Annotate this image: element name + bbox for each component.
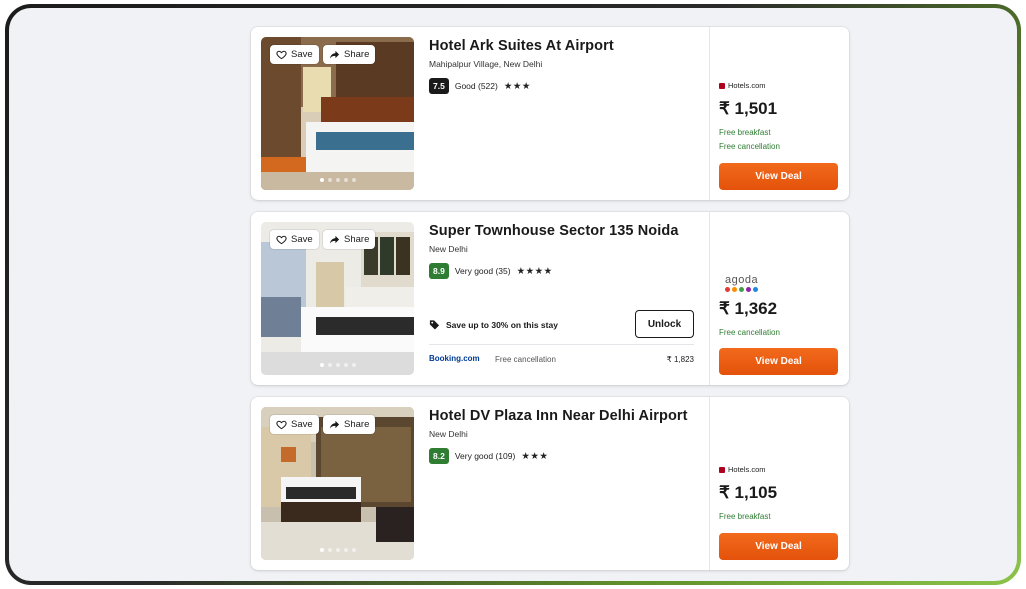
share-label: Share <box>344 419 370 430</box>
save-label: Save <box>291 419 313 430</box>
heart-icon <box>276 235 287 245</box>
price-column: agoda ₹ 1,362 Free cancellation View Dea… <box>719 212 839 385</box>
hotel-photo[interactable]: Save Share <box>261 222 414 375</box>
tag-icon <box>429 320 440 330</box>
score-badge: 8.2 <box>429 448 449 464</box>
save-label: Save <box>291 49 313 60</box>
alt-offer-perk: Free cancellation <box>495 355 556 364</box>
hotel-info: Hotel Ark Suites At Airport Mahipalpur V… <box>429 38 699 94</box>
price: ₹ 1,501 <box>719 99 778 118</box>
star-rating: ★★★★ <box>516 265 553 277</box>
share-arrow-icon <box>329 420 340 429</box>
hotel-rating: 7.5 Good (522) ★★★ <box>429 78 699 94</box>
score-badge: 8.9 <box>429 263 449 279</box>
column-divider <box>709 212 710 385</box>
provider-logo: agoda <box>725 274 758 292</box>
pagination-dot[interactable] <box>351 178 356 182</box>
perk-cancellation: Free cancellation <box>719 142 780 151</box>
perk-breakfast: Free breakfast <box>719 128 771 137</box>
hotel-rating: 8.2 Very good (109) ★★★ <box>429 448 699 464</box>
promo-text: Save up to 30% on this stay <box>446 319 558 330</box>
pagination-dot[interactable] <box>335 363 340 367</box>
price: ₹ 1,362 <box>719 299 778 318</box>
save-button[interactable]: Save <box>270 230 319 249</box>
pagination-dot[interactable] <box>343 363 348 367</box>
star-rating: ★★★ <box>503 80 531 92</box>
share-button[interactable]: Share <box>323 45 376 64</box>
provider-name: Hotels.com <box>728 465 766 474</box>
hotels-com-icon <box>719 466 725 473</box>
pagination-dot-active[interactable] <box>319 363 324 367</box>
share-label: Share <box>344 49 370 60</box>
pagination-dot[interactable] <box>327 548 332 552</box>
provider-name: agoda <box>725 274 759 286</box>
photo-pagination <box>261 363 414 367</box>
perk-breakfast: Free breakfast <box>719 512 771 521</box>
hotel-location: New Delhi <box>429 429 468 439</box>
agoda-dots-icon <box>725 287 758 292</box>
star-rating: ★★★ <box>521 450 549 462</box>
pagination-dot[interactable] <box>335 178 340 182</box>
hotel-photo[interactable]: Save Share <box>261 37 414 190</box>
save-label: Save <box>291 234 313 245</box>
price: ₹ 1,105 <box>719 483 778 502</box>
pagination-dot[interactable] <box>327 363 332 367</box>
share-label: Share <box>344 234 370 245</box>
hotels-com-icon <box>719 82 725 89</box>
pagination-dot[interactable] <box>343 178 348 182</box>
hotel-card[interactable]: Save Share Super Townhouse Sector 135 No… <box>251 212 849 385</box>
hotel-name[interactable]: Hotel Ark Suites At Airport <box>429 38 699 54</box>
price-column: Hotels.com ₹ 1,501 Free breakfast Free c… <box>719 27 839 200</box>
promo-text-row: Save up to 30% on this stay <box>429 319 558 330</box>
perk-cancellation: Free cancellation <box>719 328 780 337</box>
provider-name: Hotels.com <box>728 81 766 90</box>
hotel-location: New Delhi <box>429 244 468 254</box>
pagination-dot[interactable] <box>343 548 348 552</box>
hotel-rating: 8.9 Very good (35) ★★★★ <box>429 263 699 279</box>
pagination-dot[interactable] <box>327 178 332 182</box>
hotel-name[interactable]: Hotel DV Plaza Inn Near Delhi Airport <box>429 408 699 424</box>
hotel-info: Hotel DV Plaza Inn Near Delhi Airport Ne… <box>429 408 699 464</box>
hotel-name[interactable]: Super Townhouse Sector 135 Noida <box>429 223 699 239</box>
promo-divider <box>429 344 694 345</box>
rating-text: Very good (109) <box>454 451 516 461</box>
share-button[interactable]: Share <box>323 230 376 249</box>
price-column: Hotels.com ₹ 1,105 Free breakfast View D… <box>719 397 839 570</box>
heart-icon <box>276 50 287 60</box>
rating-text: Good (522) <box>454 81 498 91</box>
pagination-dot[interactable] <box>335 548 340 552</box>
share-arrow-icon <box>329 50 340 59</box>
hotel-card[interactable]: Save Share Hotel DV Plaza Inn Near Delhi… <box>251 397 849 570</box>
photo-pagination <box>261 548 414 552</box>
share-button[interactable]: Share <box>323 415 376 434</box>
provider-logo: Hotels.com <box>719 465 766 474</box>
hotel-info: Super Townhouse Sector 135 Noida New Del… <box>429 223 699 279</box>
heart-icon <box>276 420 287 430</box>
pagination-dot-active[interactable] <box>319 548 324 552</box>
rating-text: Very good (35) <box>454 266 511 276</box>
view-deal-button[interactable]: View Deal <box>719 348 838 375</box>
pagination-dot[interactable] <box>351 548 356 552</box>
pagination-dot[interactable] <box>351 363 356 367</box>
share-arrow-icon <box>329 235 340 244</box>
view-deal-button[interactable]: View Deal <box>719 533 838 560</box>
save-button[interactable]: Save <box>270 415 319 434</box>
save-button[interactable]: Save <box>270 45 319 64</box>
pagination-dot-active[interactable] <box>319 178 324 182</box>
hotel-photo[interactable]: Save Share <box>261 407 414 560</box>
view-deal-button[interactable]: View Deal <box>719 163 838 190</box>
column-divider <box>709 27 710 200</box>
score-badge: 7.5 <box>429 78 449 94</box>
hotel-card[interactable]: Save Share Hotel Ark Suites At Airport M… <box>251 27 849 200</box>
provider-logo: Hotels.com <box>719 81 766 90</box>
booking-com-logo: Booking.com <box>429 354 480 363</box>
alt-offer-price: ₹ 1,823 <box>666 355 694 364</box>
photo-pagination <box>261 178 414 182</box>
hotel-location: Mahipalpur Village, New Delhi <box>429 59 543 69</box>
member-promo: Save up to 30% on this stay Unlock <box>429 310 694 340</box>
unlock-button[interactable]: Unlock <box>635 310 694 338</box>
screenshot-frame: Save Share Hotel Ark Suites At Airport M… <box>5 4 1021 585</box>
results-background: Save Share Hotel Ark Suites At Airport M… <box>9 8 1017 581</box>
column-divider <box>709 397 710 570</box>
